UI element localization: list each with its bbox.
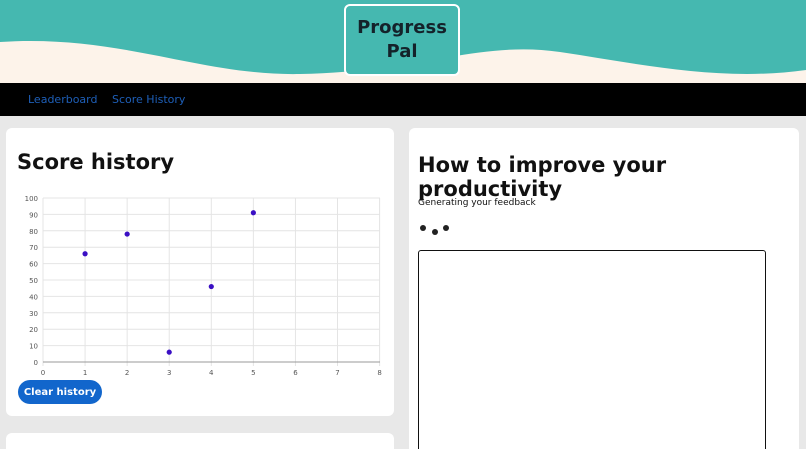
x-tick-label: 1 <box>83 369 87 377</box>
loading-dots-icon <box>420 225 450 237</box>
nav-bar: Leaderboard Score History <box>0 83 806 116</box>
brand-line-2: Pal <box>386 41 418 62</box>
y-tick-label: 40 <box>29 293 38 301</box>
x-tick-label: 7 <box>335 369 339 377</box>
header-banner: Progress Pal <box>0 0 806 83</box>
score-point <box>82 251 88 257</box>
x-tick-label: 0 <box>41 369 45 377</box>
y-tick-label: 50 <box>29 277 38 285</box>
x-tick-label: 4 <box>209 369 214 377</box>
x-tick-label: 5 <box>251 369 255 377</box>
x-tick-label: 8 <box>377 369 381 377</box>
feedback-status-text: Generating your feedback <box>418 198 536 208</box>
y-tick-label: 70 <box>29 244 38 252</box>
y-tick-label: 80 <box>29 228 38 236</box>
score-history-title: Score history <box>17 150 175 174</box>
y-tick-label: 0 <box>34 359 38 367</box>
nav-score-history-link[interactable]: Score History <box>112 93 185 106</box>
y-tick-label: 10 <box>29 343 38 351</box>
y-tick-label: 100 <box>25 195 38 203</box>
score-history-card: Score history 0 10 20 30 40 50 60 70 80 90 100 0 1 2 3… <box>6 128 394 416</box>
x-tick-label: 6 <box>293 369 298 377</box>
y-tick-label: 90 <box>29 211 38 219</box>
y-tick-label: 60 <box>29 261 38 269</box>
productivity-title: How to improve your productivity <box>418 153 667 201</box>
score-history-chart: 0 10 20 30 40 50 60 70 80 90 100 0 1 2 3 4 5 6 7 8 <box>25 195 382 377</box>
feedback-textarea[interactable] <box>418 250 766 449</box>
brand-line-1: Progress <box>357 17 447 38</box>
nav-leaderboard-link[interactable]: Leaderboard <box>28 93 97 106</box>
x-tick-label: 3 <box>167 369 171 377</box>
lower-card <box>6 433 394 449</box>
score-point <box>166 349 172 355</box>
score-point <box>124 231 130 237</box>
y-tick-label: 20 <box>29 326 38 334</box>
score-point <box>250 210 256 216</box>
productivity-card: How to improve your productivity Generat… <box>409 128 799 449</box>
y-tick-label: 30 <box>29 310 38 318</box>
clear-history-button[interactable]: Clear history <box>18 380 102 404</box>
score-point <box>208 283 214 290</box>
brand-logo[interactable]: Progress Pal <box>344 4 460 76</box>
x-tick-label: 2 <box>125 369 129 377</box>
